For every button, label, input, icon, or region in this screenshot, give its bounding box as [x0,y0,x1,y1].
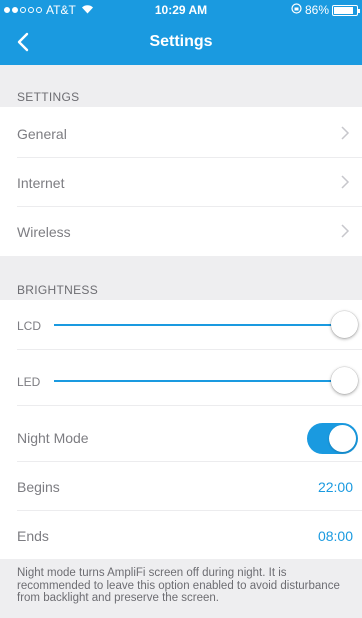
lcd-label: LCD [17,318,42,333]
settings-item-label: General [17,125,67,142]
orientation-lock-icon [291,3,302,17]
led-brightness-row: LED [0,357,362,406]
night-mode-description: Night mode turns AmpliFi screen off duri… [0,559,362,618]
ends-time-value[interactable]: 08:00 [318,528,353,544]
chevron-right-icon [341,224,350,238]
night-mode-label: Night Mode [17,429,89,446]
chevron-right-icon [341,126,350,140]
settings-item-label: Wireless [17,223,71,240]
status-bar: AT&T 10:29 AM 86% [0,0,362,20]
led-slider-track[interactable] [54,380,334,382]
begins-time-value[interactable]: 22:00 [318,479,353,495]
lcd-slider-track[interactable] [54,324,334,326]
night-mode-toggle[interactable] [307,423,358,454]
led-label: LED [17,374,41,389]
begins-label: Begins [17,478,60,495]
settings-item-label: Internet [17,174,65,191]
chevron-right-icon [341,175,350,189]
begins-row[interactable]: Begins 22:00 [0,462,362,511]
lcd-slider-thumb[interactable] [331,311,358,338]
battery-icon [332,4,360,16]
toggle-knob [329,425,356,452]
settings-item-wireless[interactable]: Wireless [0,207,362,256]
night-mode-row: Night Mode [0,413,362,462]
ends-row[interactable]: Ends 08:00 [0,511,362,560]
status-right: 86% [291,3,360,17]
battery-fill [334,6,353,14]
section-header-settings: SETTINGS [0,65,362,107]
led-slider-thumb[interactable] [331,367,358,394]
lcd-brightness-row: LCD [0,301,362,350]
app-header: AT&T 10:29 AM 86% Settings [0,0,362,65]
settings-item-internet[interactable]: Internet [0,158,362,207]
page-title: Settings [149,33,213,50]
ends-label: Ends [17,527,49,544]
nav-bar: Settings [0,20,362,65]
section-header-brightness: BRIGHTNESS [0,266,362,300]
settings-item-general[interactable]: General [0,109,362,158]
battery-percent: 86% [304,3,329,17]
